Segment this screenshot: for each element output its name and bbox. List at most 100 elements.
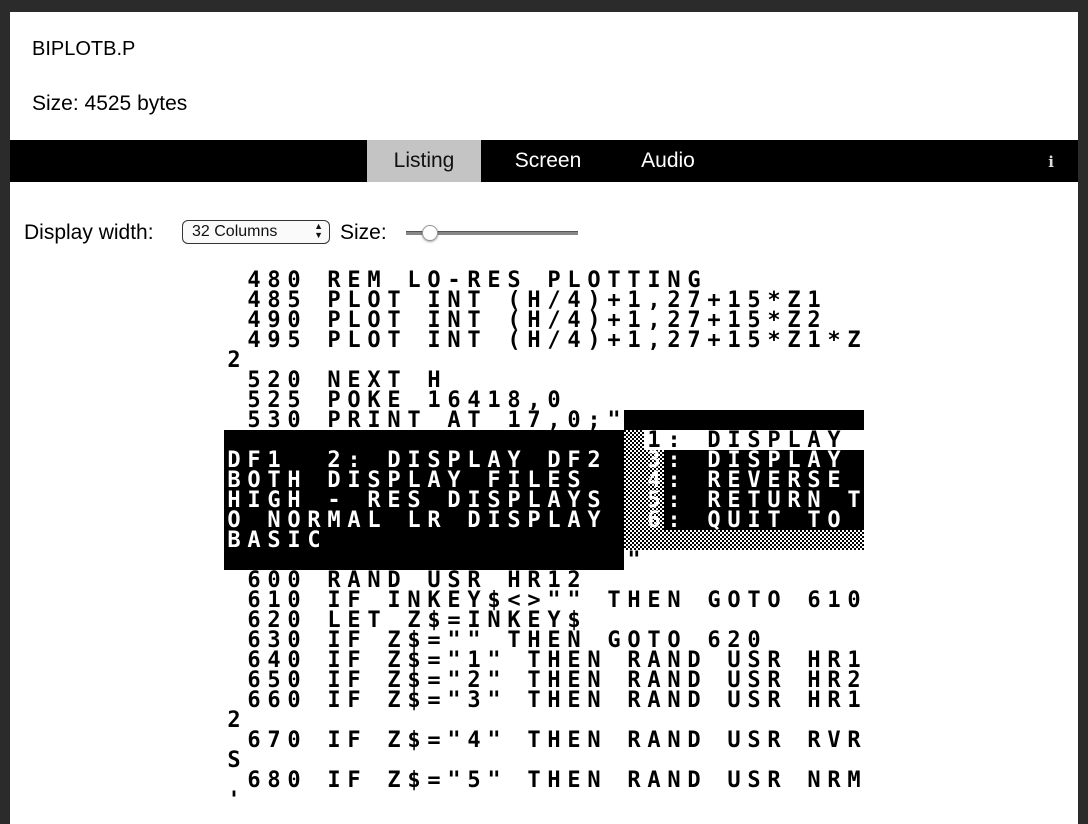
listing-char: F [347,768,360,793]
listing-char: R [427,508,441,533]
display-width-label: Display width: [24,221,154,244]
listing-char: T [507,628,520,653]
listing-char: 3 [467,688,480,713]
listing-char: R [627,688,641,713]
checker-graphic-block [624,530,864,550]
info-icon[interactable]: i [1048,153,1054,171]
listing-char: Z [387,768,400,793]
listing-char: T [467,408,480,433]
listing-char: R [787,488,801,513]
listing-char: R [767,688,781,713]
listing-char: ' [227,788,240,810]
listing-char: O [767,588,780,613]
listing-char: 2 [227,348,240,373]
listing-char: O [367,328,380,353]
file-size: Size: 4525 bytes [32,92,188,115]
listing-char: F [347,688,360,713]
listing-char: R [767,768,781,793]
listing-char: L [347,328,360,353]
listing-char: V [827,728,840,753]
inverse-video-block [624,410,864,430]
listing-char: S [747,688,760,713]
listing-char: G [607,628,620,653]
listing-char: 7 [527,408,540,433]
listing-char: 6 [267,688,280,713]
listing-char: L [547,508,560,533]
size-slider[interactable] [406,220,582,246]
listing-char: H [807,688,820,713]
listing-char: P [327,328,340,353]
tab-audio[interactable]: Audio [622,140,714,182]
checker-graphic-block [624,430,644,450]
listing-char: E [487,270,500,293]
display-width-select[interactable]: 32 Columns ▲ ▼ [182,220,330,244]
tab-bar: Listing Screen Audio i [10,140,1078,182]
listing-char: 0 [287,768,300,793]
listing-char: H [547,688,560,713]
listing-char: " [487,728,500,753]
listing-char: 0 [287,728,300,753]
listing-char: I [487,508,500,533]
listing-char: U [727,688,740,713]
listing-char: A [447,408,460,433]
listing-char: N [487,608,500,633]
listing-char: H [527,328,540,353]
listing-char: U [727,768,740,793]
app-frame: BIPLOTB.P Size: 4525 bytes Listing Scree… [10,12,1078,824]
listing-char: T [767,508,780,533]
listing-char: N [447,328,460,353]
display-width-value: 32 Columns [192,223,278,240]
listing-char: 8 [267,768,280,793]
listing-char: N [667,768,680,793]
inverse-video-block [224,550,624,570]
listing-char: " [487,688,500,713]
slider-thumb[interactable] [422,225,438,241]
program-listing: 4 8 0 R E M L O - R E S P L O T T I N G 4 8 5 P L O T I N T(H/4) +1, 2 7… [224,270,864,810]
inverse-video-block [224,430,624,450]
listing-char: I [347,468,360,493]
select-arrows-icon: ▲ ▼ [314,221,323,240]
listing-char: Z [387,728,400,753]
listing-char: T [847,488,860,513]
listing-char: 1 [827,588,840,613]
listing-char: S [747,768,760,793]
listing-char: I [747,508,760,533]
listing-char: ; [587,408,600,433]
listing-char: 2 [227,708,240,733]
listing-char: 1 [847,688,860,713]
listing-char: I [327,728,340,753]
listing-char: A [347,508,360,533]
listing-char: Z [847,328,860,353]
listing-char: + [707,328,720,353]
listing-char: T [747,588,760,613]
listing-char: T [387,328,400,353]
listing-char: Z [787,328,800,353]
listing-char: E [827,468,840,493]
listing-char: 4 [567,328,580,353]
listing-char: S [507,508,520,533]
listing-char: T [807,508,820,533]
listing-char: 4 [247,328,260,353]
listing-char: E [567,728,580,753]
listing-char: U [727,728,740,753]
listing-char: " [447,728,460,753]
listing-char: / [547,328,560,353]
listing-char: T [527,688,540,713]
listing-char: D [687,728,700,753]
listing-char: : [667,508,680,533]
listing-char: 1 [807,328,820,353]
listing-char: R [827,768,841,793]
listing-char: E [647,588,660,613]
listing-char: " [627,548,640,573]
listing-char: L [467,448,480,473]
listing-char: 1 [727,328,740,353]
listing-char: A [647,688,660,713]
listing-char: T [407,408,420,433]
tab-screen[interactable]: Screen [495,140,601,182]
listing-char: L [407,508,420,533]
listing-char: N [587,768,600,793]
file-name: BIPLOTB.P [32,38,136,60]
tab-listing[interactable]: Listing [367,140,481,182]
listing-char: 6 [247,728,260,753]
listing-char: I [327,768,340,793]
